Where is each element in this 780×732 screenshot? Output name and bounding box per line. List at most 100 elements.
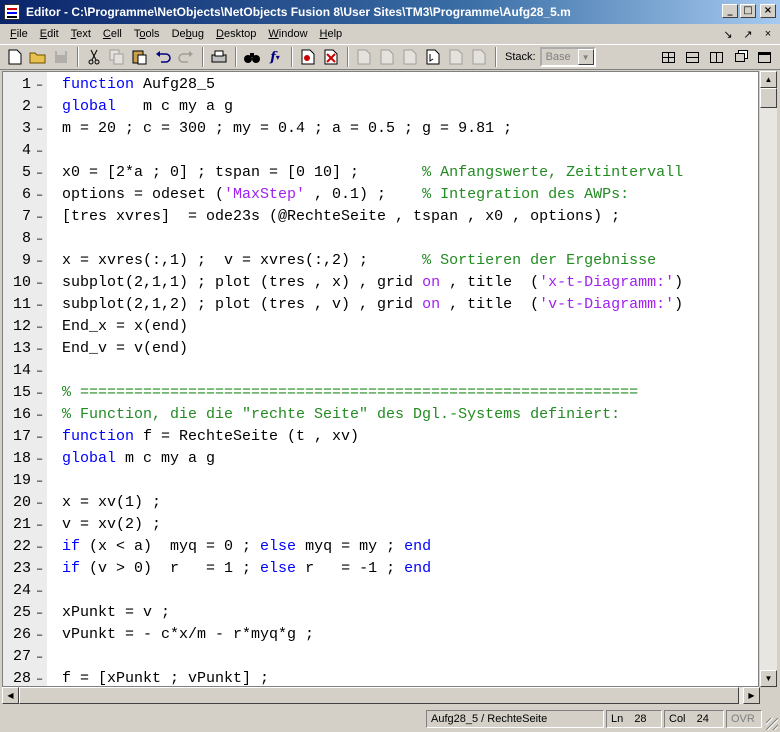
function-icon[interactable]: f ▾ (264, 46, 286, 68)
chevron-down-icon[interactable]: ▼ (577, 49, 594, 65)
breakpoint-marker[interactable]: – (36, 624, 43, 646)
code-editor[interactable]: 1– function Aufg28_5 2– global m c my a g 3–… (2, 71, 759, 687)
minimize-button[interactable]: _ (722, 4, 738, 18)
breakpoint-marker[interactable]: – (36, 338, 43, 360)
breakpoint-marker[interactable]: – (36, 558, 43, 580)
vertical-scroll-thumb[interactable] (760, 88, 777, 108)
float-window-icon[interactable] (730, 47, 750, 67)
breakpoint-marker[interactable]: – (36, 294, 43, 316)
breakpoint-marker[interactable]: – (36, 360, 43, 382)
step-icon[interactable] (353, 46, 375, 68)
clear-breakpoints-icon[interactable] (320, 46, 342, 68)
code-line[interactable]: 3– m = 20 ; c = 300 ; my = 0.4 ; a = 0.5 … (3, 118, 758, 140)
open-folder-icon[interactable] (27, 46, 49, 68)
code-line[interactable]: 8– (3, 228, 758, 250)
breakpoint-marker[interactable]: – (36, 96, 43, 118)
menu-item-tools[interactable]: Tools (128, 28, 166, 40)
undo-icon[interactable] (152, 46, 174, 68)
code-line[interactable]: 26– vPunkt = - c*x/m - r*myq*g ; (3, 624, 758, 646)
breakpoint-marker[interactable]: – (36, 426, 43, 448)
code-line[interactable]: 12– End_x = x(end) (3, 316, 758, 338)
code-line[interactable]: 15– % ===================================… (3, 382, 758, 404)
code-line[interactable]: 25– xPunkt = v ; (3, 602, 758, 624)
horizontal-scrollbar[interactable]: ◀ ▶ (2, 687, 760, 704)
menu-item-text[interactable]: Text (65, 28, 97, 40)
find-binoculars-icon[interactable] (241, 46, 263, 68)
print-icon[interactable] (208, 46, 230, 68)
continue-icon[interactable] (445, 46, 467, 68)
scroll-down-icon[interactable]: ▼ (760, 670, 777, 687)
code-line[interactable]: 6– options = odeset ('MaxStep' , 0.1) ; %… (3, 184, 758, 206)
scroll-left-icon[interactable]: ◀ (2, 687, 19, 704)
code-line[interactable]: 24– (3, 580, 758, 602)
code-line[interactable]: 9– x = xvres(:,1) ; v = xvres(:,2) ; % So… (3, 250, 758, 272)
close-button[interactable]: × (760, 4, 776, 18)
breakpoint-marker[interactable]: – (36, 404, 43, 426)
breakpoint-marker[interactable]: – (36, 470, 43, 492)
code-line[interactable]: 5– x0 = [2*a ; 0] ; tspan = [0 10] ; % An… (3, 162, 758, 184)
paste-icon[interactable] (129, 46, 151, 68)
code-line[interactable]: 16– % Function, die die "rechte Seite" de… (3, 404, 758, 426)
set-breakpoint-icon[interactable] (297, 46, 319, 68)
copy-icon[interactable] (106, 46, 128, 68)
maximize-button[interactable]: □ (740, 4, 756, 18)
horizontal-scroll-thumb[interactable] (19, 687, 739, 704)
dock-icon[interactable]: ↘ (720, 26, 736, 42)
code-line[interactable]: 22– if (x < a) myq = 0 ; else myq = my ; … (3, 536, 758, 558)
menu-item-edit[interactable]: Edit (34, 28, 65, 40)
breakpoint-marker[interactable]: – (36, 184, 43, 206)
menu-item-file[interactable]: File (4, 28, 34, 40)
breakpoint-marker[interactable]: – (36, 580, 43, 602)
split-vertical-icon[interactable] (682, 47, 702, 67)
menu-item-window[interactable]: Window (262, 28, 313, 40)
code-line[interactable]: 14– (3, 360, 758, 382)
breakpoint-marker[interactable]: – (36, 646, 43, 668)
code-line[interactable]: 10– subplot(2,1,1) ; plot (tres , x) , gr… (3, 272, 758, 294)
maximize-doc-icon[interactable] (754, 47, 774, 67)
code-line[interactable]: 23– if (v > 0) r = 1 ; else r = -1 ; end (3, 558, 758, 580)
breakpoint-marker[interactable]: – (36, 382, 43, 404)
code-line[interactable]: 13– End_v = v(end) (3, 338, 758, 360)
menu-item-help[interactable]: Help (314, 28, 349, 40)
menu-item-desktop[interactable]: Desktop (210, 28, 262, 40)
breakpoint-marker[interactable]: – (36, 536, 43, 558)
step-in-icon[interactable] (376, 46, 398, 68)
code-line[interactable]: 20– x = xv(1) ; (3, 492, 758, 514)
code-line[interactable]: 28– f = [xPunkt ; vPunkt] ; (3, 668, 758, 686)
breakpoint-marker[interactable]: – (36, 492, 43, 514)
split-horizontal-icon[interactable] (706, 47, 726, 67)
run-icon[interactable] (422, 46, 444, 68)
breakpoint-marker[interactable]: – (36, 668, 43, 686)
resize-grip-icon[interactable] (766, 718, 778, 730)
breakpoint-marker[interactable]: – (36, 602, 43, 624)
code-line[interactable]: 7– [tres xvres] = ode23s (@RechteSeite , … (3, 206, 758, 228)
code-line[interactable]: 11– subplot(2,1,2) ; plot (tres , v) , gr… (3, 294, 758, 316)
code-line[interactable]: 17– function f = RechteSeite (t , xv) (3, 426, 758, 448)
code-line[interactable]: 27– (3, 646, 758, 668)
code-line[interactable]: 18– global m c my a g (3, 448, 758, 470)
breakpoint-marker[interactable]: – (36, 140, 43, 162)
breakpoint-marker[interactable]: – (36, 272, 43, 294)
menu-item-debug[interactable]: Debug (166, 28, 210, 40)
breakpoint-marker[interactable]: – (36, 74, 43, 96)
menu-item-cell[interactable]: Cell (97, 28, 128, 40)
cut-icon[interactable] (83, 46, 105, 68)
breakpoint-marker[interactable]: – (36, 206, 43, 228)
undock-icon[interactable]: ↗ (740, 26, 756, 42)
breakpoint-marker[interactable]: – (36, 162, 43, 184)
vertical-scrollbar[interactable]: ▲ ▼ (760, 71, 777, 687)
tile-grid-icon[interactable] (658, 47, 678, 67)
breakpoint-marker[interactable]: – (36, 514, 43, 536)
code-line[interactable]: 2– global m c my a g (3, 96, 758, 118)
breakpoint-marker[interactable]: – (36, 448, 43, 470)
scroll-up-icon[interactable]: ▲ (760, 71, 777, 88)
close-doc-icon[interactable]: × (760, 26, 776, 42)
step-out-icon[interactable] (399, 46, 421, 68)
new-file-icon[interactable] (4, 46, 26, 68)
breakpoint-marker[interactable]: – (36, 316, 43, 338)
save-icon[interactable] (50, 46, 72, 68)
stack-dropdown[interactable]: Base ▼ (539, 47, 596, 67)
breakpoint-marker[interactable]: – (36, 118, 43, 140)
code-line[interactable]: 1– function Aufg28_5 (3, 74, 758, 96)
breakpoint-marker[interactable]: – (36, 250, 43, 272)
